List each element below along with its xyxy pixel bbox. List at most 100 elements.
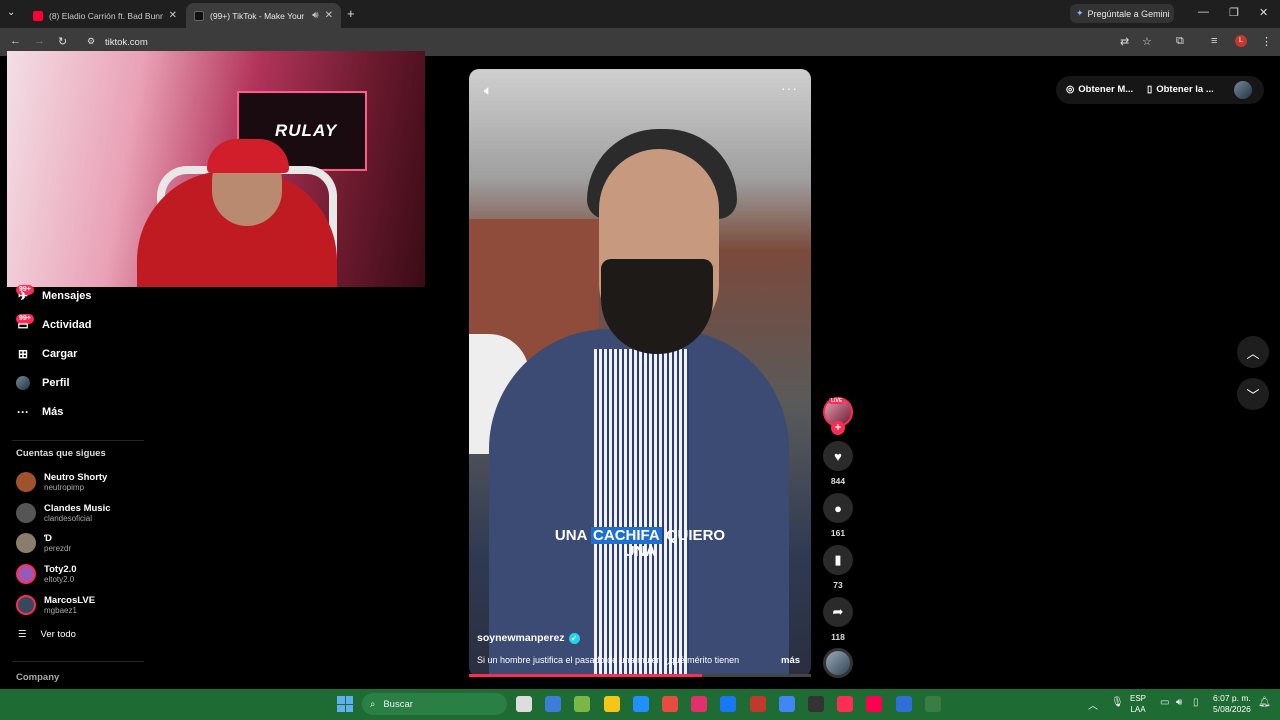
time-text: 6:07 p. m.	[1213, 693, 1251, 703]
sidebar-item-actividad[interactable]: ▭ Actividad	[16, 315, 92, 335]
youtube-icon	[33, 10, 43, 21]
taskbar-app-icon[interactable]	[808, 696, 824, 712]
get-app-link[interactable]: ▯ Obtener la ...	[1147, 84, 1214, 95]
close-icon[interactable]: ✕	[169, 10, 177, 21]
taskbar-app-icon[interactable]	[837, 696, 854, 712]
url-text[interactable]: tiktok.com	[105, 37, 148, 48]
see-all-link[interactable]: ☰ Ver todo	[18, 629, 76, 640]
tab-tiktok[interactable]: (99+) TikTok - Make Your Day 🔊︎ ✕	[186, 3, 341, 28]
close-icon[interactable]: ✕	[325, 10, 333, 21]
language-indicator[interactable]: ESP LAA	[1130, 693, 1146, 715]
bookmark-star-icon[interactable]: ☆	[1142, 35, 1152, 48]
new-tab-icon[interactable]: +	[347, 6, 355, 21]
gemini-button[interactable]: ✦ Pregúntale a Gemini	[1070, 4, 1174, 23]
caption-word: UNA	[554, 527, 587, 544]
author-name[interactable]: soynewmanperez ✓	[477, 632, 580, 644]
taskbar-app-icon[interactable]	[866, 696, 883, 712]
video-player[interactable]	[469, 69, 811, 677]
site-info-icon[interactable]: ⚙	[87, 36, 95, 47]
following-account[interactable]: MarcosLVE mgbaez1	[16, 592, 95, 618]
minimize-icon[interactable]: —	[1198, 6, 1209, 18]
taskbar-app-icon[interactable]	[516, 696, 532, 712]
reading-list-icon[interactable]: ≡	[1211, 35, 1217, 47]
more-link[interactable]: más	[781, 655, 800, 666]
taskbar-app-icon[interactable]	[895, 696, 912, 712]
taskbar-app-icon[interactable]	[632, 696, 649, 712]
see-all-label: Ver todo	[40, 629, 76, 640]
taskbar-search[interactable]: ⌕ Buscar	[362, 693, 507, 715]
previous-video-button[interactable]: ︿	[1237, 336, 1269, 368]
microphone-icon[interactable]: 🎙︎	[1111, 697, 1124, 708]
get-coins-link[interactable]: ◎ Obtener M...	[1066, 84, 1133, 95]
account-handle: eltoty2.0	[44, 575, 75, 584]
taskbar-app-icon[interactable]	[924, 696, 941, 712]
company-link[interactable]: Company	[16, 672, 59, 683]
music-disc[interactable]	[823, 648, 853, 678]
avatar	[16, 595, 36, 615]
account-name: Neutro Shorty	[44, 472, 108, 483]
battery-icon[interactable]: ▯	[1193, 697, 1199, 708]
video-description: Si un hombre justifica el pasado de una …	[477, 655, 740, 665]
following-account[interactable]: Clandes Music clandesoficial	[16, 500, 111, 526]
like-button[interactable]: ♥	[823, 441, 853, 471]
sidebar-item-mas[interactable]: ··· Más	[16, 402, 63, 422]
sidebar-item-cargar[interactable]: ⊞ Cargar	[16, 344, 78, 364]
volume-icon[interactable]: 🔈︎	[484, 82, 492, 99]
menu-kebab-icon[interactable]: ⋮	[1261, 35, 1272, 48]
share-button[interactable]: ➦	[823, 597, 853, 627]
taskbar-app-icon[interactable]	[574, 696, 591, 712]
tray-chevron-icon[interactable]: ︿	[1088, 697, 1098, 712]
video-caption-line2: UNA	[623, 543, 657, 560]
list-icon: ☰	[18, 629, 27, 640]
tab-title: (99+) TikTok - Make Your Day	[210, 10, 306, 21]
close-window-icon[interactable]: ✕	[1259, 6, 1268, 19]
taskbar-app-icon[interactable]	[720, 696, 737, 712]
sidebar-item-label: Perfil	[42, 377, 70, 389]
account-name: Toty2.0	[44, 564, 77, 575]
tab-search-icon[interactable]: ⌄	[7, 7, 15, 18]
address-bar[interactable]	[80, 32, 1170, 52]
follow-plus-icon[interactable]: +	[831, 421, 845, 435]
sidebar-item-perfil[interactable]: Perfil	[16, 373, 70, 393]
translate-icon[interactable]: ⇄	[1120, 35, 1129, 48]
reload-icon[interactable]: ↻	[58, 35, 67, 48]
comment-button[interactable]: ●	[823, 493, 853, 523]
taskbar-app-icon[interactable]	[545, 696, 562, 712]
restore-icon[interactable]: ❐	[1229, 6, 1239, 19]
taskbar-app-icon[interactable]	[778, 696, 795, 712]
network-icon[interactable]: ▭	[1160, 697, 1169, 708]
next-video-button[interactable]: ﹀	[1237, 378, 1269, 410]
taskbar-app-icon[interactable]	[603, 696, 620, 712]
taskbar-app-icon[interactable]	[662, 696, 678, 712]
clock[interactable]: 6:07 p. m. 5/08/2026	[1213, 693, 1251, 715]
sidebar-item-label: Mensajes	[42, 290, 92, 302]
gemini-label: Pregúntale a Gemini	[1087, 8, 1170, 19]
speaker-icon[interactable]: 🔊︎	[312, 10, 318, 21]
extensions-icon[interactable]: ⧉	[1176, 35, 1184, 48]
avatar	[16, 533, 36, 553]
tab-youtube[interactable]: (8) Eladio Carrión ft. Bad Bunny ✕	[25, 3, 185, 28]
volume-tray-icon[interactable]: 🔊︎	[1176, 697, 1182, 708]
taskbar-app-icon[interactable]	[749, 696, 766, 712]
inbox-icon: ▭	[17, 318, 29, 332]
save-button[interactable]: ▮	[823, 545, 853, 575]
more-options-icon[interactable]: ···	[781, 80, 798, 96]
user-avatar[interactable]	[1234, 81, 1252, 99]
notifications-icon[interactable]: 🔔︎	[1258, 697, 1271, 708]
forward-icon[interactable]: →	[34, 35, 45, 47]
following-account[interactable]: Neutro Shorty neutropimp	[16, 469, 107, 495]
comment-count: 161	[830, 528, 846, 538]
sidebar-item-label: Actividad	[42, 319, 92, 331]
sidebar-item-mensajes[interactable]: ✈ Mensajes	[16, 286, 92, 306]
taskbar-app-icon[interactable]	[691, 696, 708, 712]
following-account[interactable]: Toty2.0 eltoty2.0	[16, 561, 77, 587]
video-progress-bar[interactable]	[469, 674, 811, 677]
caption-word: QUIERO	[665, 527, 726, 544]
verified-icon: ✓	[568, 632, 580, 644]
get-app-label: Obtener la ...	[1156, 84, 1214, 95]
profile-avatar[interactable]: L	[1235, 35, 1247, 47]
windows-start-icon[interactable]	[337, 696, 353, 712]
back-icon[interactable]: ←	[10, 35, 21, 47]
like-count: 844	[830, 476, 846, 486]
following-account[interactable]: Ɗperezdr	[16, 530, 71, 556]
